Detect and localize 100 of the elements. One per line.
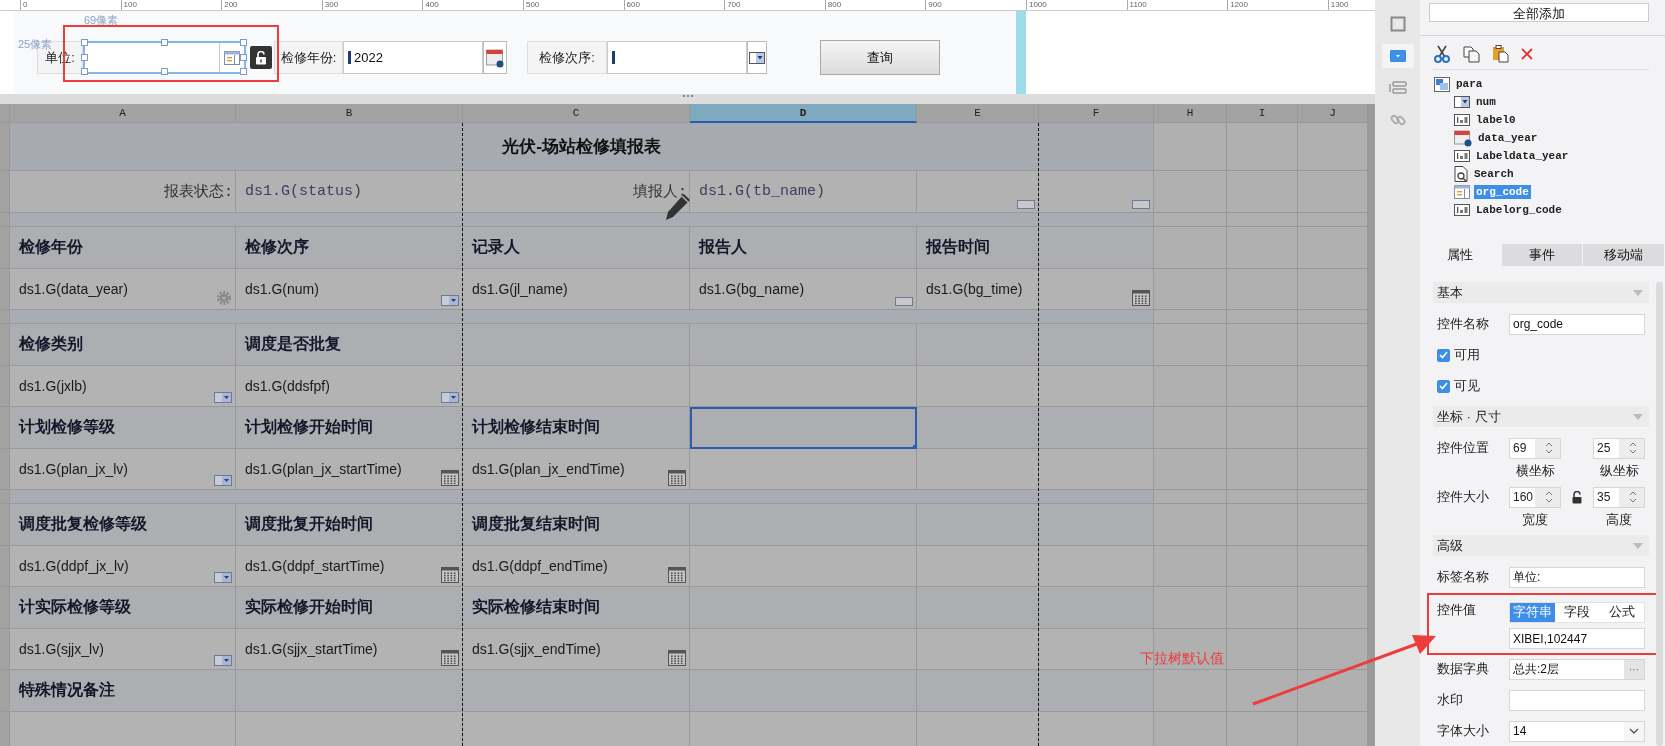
column-header[interactable]: J [1298, 104, 1368, 123]
table-cell[interactable]: 调度批复结束时间 [463, 504, 690, 546]
unlock-icon[interactable] [250, 46, 272, 69]
section-header[interactable]: 坐标 · 尺寸 [1433, 406, 1649, 427]
copy-icon[interactable] [1463, 45, 1480, 63]
dictionary-field[interactable]: 总共:2层 ··· [1509, 658, 1645, 680]
table-cell[interactable] [236, 670, 463, 712]
table-cell[interactable] [463, 670, 690, 712]
column-header[interactable]: C [463, 104, 690, 123]
table-cell[interactable]: ds1.G(plan_jx_startTime) [236, 449, 463, 490]
scrollbar[interactable] [1656, 282, 1663, 746]
input-field[interactable] [1509, 689, 1645, 711]
table-cell[interactable]: ds1.G(ddsfpf) [236, 366, 463, 407]
row-header[interactable] [0, 324, 10, 366]
table-cell[interactable]: ds1.G(ddpf_endTime) [463, 546, 690, 587]
table-cell[interactable] [1039, 546, 1154, 587]
table-cell[interactable] [917, 407, 1039, 449]
table-cell[interactable] [1039, 407, 1154, 449]
table-cell[interactable] [917, 449, 1039, 490]
table-cell[interactable]: ds1.G(data_year) [10, 269, 236, 310]
input-field[interactable]: 2022 [343, 41, 483, 74]
row-header[interactable] [0, 449, 10, 490]
table-cell[interactable]: 实际检修开始时间 [236, 587, 463, 629]
resize-handle[interactable] [160, 68, 168, 75]
table-cell[interactable] [690, 366, 917, 407]
tree-node[interactable]: Labelorg_code [1474, 203, 1564, 217]
table-cell[interactable]: ds1.G(ddpf_startTime) [236, 546, 463, 587]
delete-icon[interactable] [1521, 48, 1533, 60]
table-cell[interactable] [917, 366, 1039, 407]
row-header[interactable] [0, 490, 10, 504]
section-header[interactable]: 基本 [1433, 282, 1649, 303]
table-cell[interactable] [917, 629, 1039, 670]
table-cell[interactable] [690, 324, 917, 366]
tree-node[interactable]: Search [1472, 167, 1516, 181]
input-field[interactable] [607, 41, 747, 74]
tree-node[interactable]: data_year [1476, 131, 1540, 145]
number-spinner[interactable]: 35 [1593, 486, 1645, 508]
table-cell[interactable]: ds1.G(ddpf_jx_lv) [10, 546, 236, 587]
column-header[interactable]: H [1154, 104, 1227, 123]
table-cell[interactable]: ds1.G(num) [236, 269, 463, 310]
row-header[interactable] [0, 546, 10, 587]
row-header[interactable] [0, 310, 10, 324]
table-cell[interactable] [690, 587, 917, 629]
table-cell[interactable]: 特殊情况备注 [10, 670, 236, 712]
scrollbar[interactable] [1368, 104, 1375, 746]
dropdown-button[interactable] [747, 41, 767, 74]
row-header[interactable] [0, 366, 10, 407]
table-cell[interactable] [690, 504, 917, 546]
table-cell[interactable]: ds1.G(sjjx_startTime) [236, 629, 463, 670]
column-header[interactable]: I [1227, 104, 1298, 123]
column-header[interactable]: F [1039, 104, 1154, 123]
row-header[interactable] [0, 213, 10, 227]
tree-node[interactable]: num [1474, 95, 1498, 109]
canvas-boundary[interactable] [1016, 11, 1026, 94]
number-spinner[interactable]: 25 [1593, 437, 1645, 459]
row-header[interactable] [0, 587, 10, 629]
table-cell[interactable]: ds1.G(plan_jx_endTime) [463, 449, 690, 490]
tree-node[interactable]: para [1454, 77, 1485, 91]
table-cell[interactable] [1039, 629, 1154, 670]
row-header[interactable] [0, 227, 10, 269]
input-field[interactable]: XIBEI,102447 [1509, 628, 1645, 649]
table-cell[interactable] [1039, 449, 1154, 490]
table-cell[interactable]: 调度批复检修等级 [10, 504, 236, 546]
table-cell[interactable] [1039, 227, 1154, 269]
table-cell[interactable] [1039, 366, 1154, 407]
table-cell[interactable] [463, 324, 690, 366]
row-header[interactable] [0, 670, 10, 712]
row-header[interactable] [0, 171, 10, 213]
table-cell[interactable]: 报告人 [690, 227, 917, 269]
row-header[interactable] [0, 504, 10, 546]
table-cell[interactable] [690, 670, 917, 712]
cut-icon[interactable] [1433, 45, 1451, 63]
column-header[interactable]: D [690, 104, 917, 123]
table-cell[interactable] [917, 324, 1039, 366]
input-field[interactable] [83, 41, 246, 74]
table-cell[interactable]: 报告时间 [917, 227, 1039, 269]
table-cell[interactable]: 计划检修等级 [10, 407, 236, 449]
table-cell[interactable]: 检修次序 [236, 227, 463, 269]
table-cell[interactable] [690, 546, 917, 587]
table-cell[interactable] [1039, 324, 1154, 366]
number-spinner[interactable]: 160 [1509, 486, 1561, 508]
table-cell[interactable] [1039, 171, 1154, 213]
table-cell[interactable] [690, 629, 917, 670]
font-size-select[interactable]: 14 [1509, 720, 1645, 742]
paste-icon[interactable] [1492, 45, 1509, 63]
calendar-button[interactable] [483, 41, 507, 74]
input-field[interactable]: 单位: [1509, 566, 1645, 588]
row-header[interactable] [0, 123, 10, 171]
table-cell[interactable]: 报表状态: [10, 171, 236, 213]
table-cell[interactable] [917, 670, 1039, 712]
table-cell[interactable]: ds1.G(bg_time) [917, 269, 1039, 310]
section-header[interactable]: 高级 [1433, 535, 1649, 556]
column-header[interactable]: E [917, 104, 1039, 123]
table-cell[interactable]: 计划检修开始时间 [236, 407, 463, 449]
table-cell[interactable] [917, 504, 1039, 546]
tree-node[interactable]: Labeldata_year [1474, 149, 1571, 163]
table-cell[interactable]: ds1.G(jxlb) [10, 366, 236, 407]
table-cell[interactable]: 调度批复开始时间 [236, 504, 463, 546]
row-header[interactable] [0, 629, 10, 670]
row-header[interactable] [0, 407, 10, 449]
